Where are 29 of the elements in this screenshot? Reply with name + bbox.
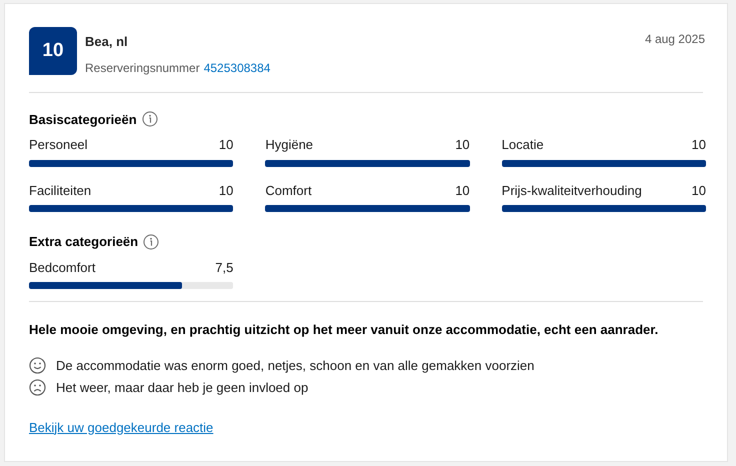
category-score: 10 — [218, 182, 234, 200]
reservation-label: Reserveringsnummer — [85, 60, 200, 76]
category-score: 10 — [218, 136, 234, 154]
category-score: 7,5 — [215, 258, 234, 276]
sad-face-icon — [29, 379, 46, 396]
section-title: Extra categorieën — [29, 233, 138, 251]
section-title: Basiscategorieën — [29, 110, 137, 129]
category-score: 10 — [692, 136, 706, 154]
reservation-number-link[interactable]: 4525308384 — [204, 58, 270, 76]
negative-comment: Het weer, maar daar heb je geen invloed op — [56, 379, 308, 397]
review-headline: Hele mooie omgeving, en prachtig uitzicht op het meer vanuit onze accommodatie, echt een aanrader. — [29, 321, 660, 339]
info-icon[interactable] — [142, 111, 158, 128]
category-name: Hygiëne — [265, 136, 314, 154]
smiley-icon — [29, 356, 46, 374]
review-date: 4 aug 2025 — [644, 31, 705, 48]
reviewer-name: Bea, nl — [85, 33, 129, 51]
category-score: 10 — [692, 182, 706, 200]
positive-comment: De accommodatie was enorm goed, netjes, schoon en van alle gemakken voorzien — [56, 356, 534, 375]
category-name: Prijs-kwaliteitverhouding — [502, 182, 642, 200]
category-name: Faciliteiten — [29, 182, 92, 200]
approved-response-link[interactable]: Bekijk uw goedgekeurde reactie — [29, 418, 214, 437]
category-score: 10 — [455, 136, 470, 154]
category-name: Comfort — [265, 182, 312, 200]
category-name: Bedcomfort — [29, 258, 96, 276]
score-badge: 10 — [29, 27, 77, 75]
info-icon[interactable] — [143, 234, 160, 250]
category-name: Locatie — [502, 136, 544, 154]
category-score: 10 — [455, 182, 470, 200]
category-name: Personeel — [29, 136, 88, 154]
